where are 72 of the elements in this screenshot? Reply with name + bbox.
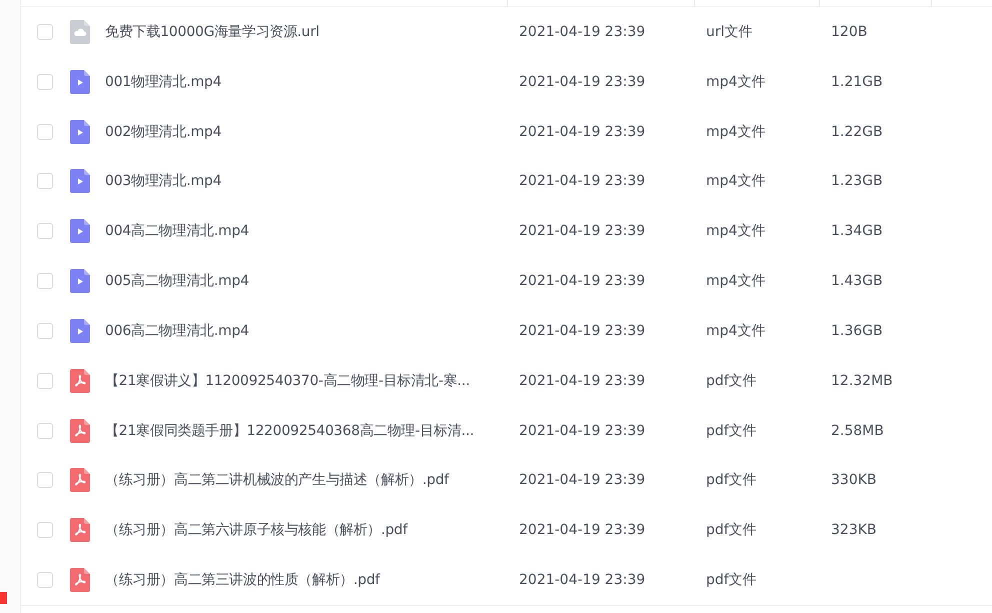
file-type: pdf文件 <box>706 572 757 588</box>
file-name[interactable]: 001物理清北.mp4 <box>105 74 222 90</box>
file-size: 1.22GB <box>831 124 883 140</box>
file-name[interactable]: 免费下载10000G海量学习资源.url <box>105 24 320 40</box>
pdf-file-icon <box>70 518 90 542</box>
file-type: url文件 <box>706 24 753 40</box>
checkbox[interactable] <box>37 372 53 389</box>
modified-date: 2021-04-19 23:39 <box>519 24 646 40</box>
video-file-icon <box>70 70 90 94</box>
file-type: mp4文件 <box>706 223 766 240</box>
video-file-icon <box>70 219 90 244</box>
checkbox[interactable] <box>37 124 53 140</box>
file-size: 1.34GB <box>831 223 883 240</box>
modified-date: 2021-04-19 23:39 <box>519 173 646 190</box>
file-size: 120B <box>831 24 868 40</box>
checkbox[interactable] <box>37 522 53 538</box>
checkbox[interactable] <box>37 24 53 40</box>
file-name[interactable]: （练习册）高二第二讲机械波的产生与描述（解析）.pdf <box>105 472 449 488</box>
checkbox[interactable] <box>37 472 53 488</box>
file-name[interactable]: 002物理清北.mp4 <box>105 124 222 140</box>
file-name[interactable]: 005高二物理清北.mp4 <box>105 273 250 290</box>
video-file-icon <box>70 169 90 194</box>
checkbox[interactable] <box>37 322 53 339</box>
file-type: pdf文件 <box>706 522 757 538</box>
file-type: mp4文件 <box>706 273 766 290</box>
modified-date: 2021-04-19 23:39 <box>519 572 646 588</box>
file-type: mp4文件 <box>706 74 766 90</box>
checkbox[interactable] <box>37 173 53 190</box>
modified-date: 2021-04-19 23:39 <box>519 223 646 240</box>
file-name[interactable]: 004高二物理清北.mp4 <box>105 223 250 240</box>
modified-date: 2021-04-19 23:39 <box>519 124 646 140</box>
file-name[interactable]: 【21寒假讲义】1120092540370-高二物理-目标清北-寒... <box>105 372 470 389</box>
modified-date: 2021-04-19 23:39 <box>519 372 646 389</box>
file-type: mp4文件 <box>706 173 766 190</box>
video-file-icon <box>70 269 90 294</box>
file-type: pdf文件 <box>706 372 757 389</box>
checkbox[interactable] <box>37 223 53 240</box>
file-name[interactable]: （练习册）高二第六讲原子核与核能（解析）.pdf <box>105 522 408 538</box>
file-size: 330KB <box>831 472 877 488</box>
pdf-file-icon <box>70 418 90 443</box>
modified-date: 2021-04-19 23:39 <box>519 74 646 90</box>
file-type: mp4文件 <box>706 322 766 339</box>
file-size: 1.21GB <box>831 74 883 90</box>
checkbox[interactable] <box>37 273 53 290</box>
checkbox[interactable] <box>37 572 53 588</box>
modified-date: 2021-04-19 23:39 <box>519 472 646 488</box>
video-file-icon <box>70 120 90 144</box>
marker-icon <box>0 592 7 604</box>
pdf-file-icon <box>70 368 90 393</box>
file-size: 12.32MB <box>831 372 893 389</box>
file-type: mp4文件 <box>706 124 766 140</box>
file-size: 1.23GB <box>831 173 883 190</box>
cloud-file-icon <box>70 20 90 44</box>
file-size: 1.43GB <box>831 273 883 290</box>
video-file-icon <box>70 318 90 343</box>
modified-date: 2021-04-19 23:39 <box>519 522 646 538</box>
pdf-file-icon <box>70 468 90 492</box>
modified-date: 2021-04-19 23:39 <box>519 422 646 439</box>
file-size: 2.58MB <box>831 422 884 439</box>
file-size: 323KB <box>831 522 877 538</box>
modified-date: 2021-04-19 23:39 <box>519 322 646 339</box>
checkbox[interactable] <box>37 422 53 439</box>
file-name[interactable]: （练习册）高二第三讲波的性质（解析）.pdf <box>105 572 380 588</box>
file-type: pdf文件 <box>706 472 757 488</box>
pdf-file-icon <box>70 568 90 592</box>
file-name[interactable]: 003物理清北.mp4 <box>105 173 222 190</box>
modified-date: 2021-04-19 23:39 <box>519 273 646 290</box>
file-type: pdf文件 <box>706 422 757 439</box>
file-name[interactable]: 【21寒假同类题手册】1220092540368高二物理-目标清... <box>105 422 474 439</box>
checkbox[interactable] <box>37 74 53 90</box>
file-size: 1.36GB <box>831 322 883 339</box>
file-name[interactable]: 006高二物理清北.mp4 <box>105 322 250 339</box>
